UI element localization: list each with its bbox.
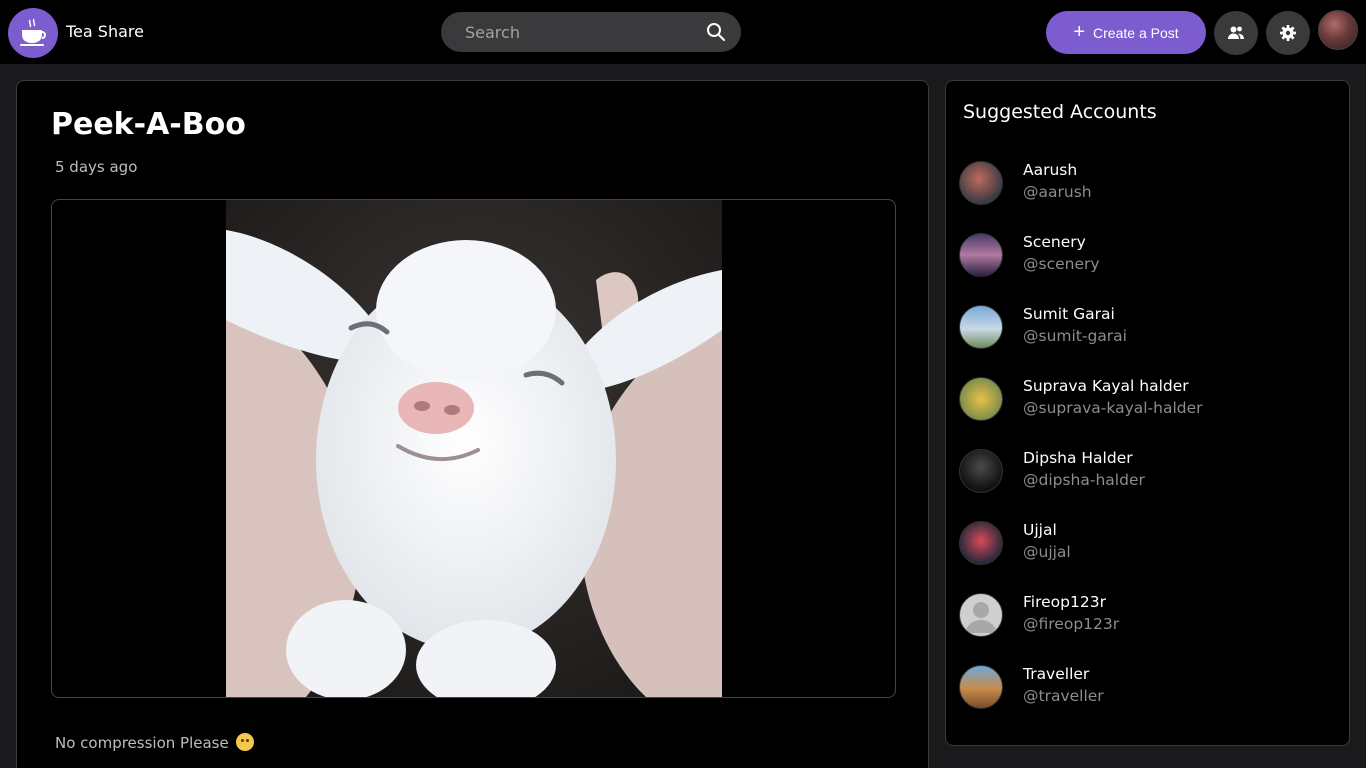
list-item[interactable]: Sumit Garai @sumit-garai <box>959 291 1339 363</box>
list-item[interactable]: Fireop123r @fireop123r <box>959 579 1339 651</box>
list-item[interactable]: Aarush @aarush <box>959 147 1339 219</box>
avatar[interactable] <box>959 449 1003 493</box>
account-handle: @suprava-kayal-halder <box>1023 399 1203 417</box>
suggested-accounts-list: Aarush @aarush Scenery @scenery Sumit Gara… <box>959 147 1339 723</box>
post-title: Peek-A-Boo <box>51 107 246 142</box>
avatar[interactable] <box>959 233 1003 277</box>
list-item[interactable]: Traveller @traveller <box>959 651 1339 723</box>
tea-cup-icon <box>20 18 46 46</box>
account-name[interactable]: Fireop123r <box>1023 591 1119 613</box>
avatar[interactable] <box>959 665 1003 709</box>
search-icon[interactable] <box>705 21 727 43</box>
account-name[interactable]: Aarush <box>1023 159 1092 181</box>
account-name[interactable]: Traveller <box>1023 663 1104 685</box>
settings-button[interactable] <box>1266 11 1310 55</box>
gear-icon <box>1280 25 1296 41</box>
smile-emoji-icon <box>235 733 254 751</box>
avatar[interactable] <box>959 377 1003 421</box>
avatar[interactable] <box>959 161 1003 205</box>
account-handle: @aarush <box>1023 183 1092 201</box>
default-user-icon <box>965 602 997 633</box>
people-icon <box>1228 26 1244 39</box>
create-post-label: Create a Post <box>1093 24 1179 41</box>
profile-avatar[interactable] <box>1318 10 1358 50</box>
avatar[interactable] <box>959 305 1003 349</box>
account-handle: @scenery <box>1023 255 1100 273</box>
post-image[interactable] <box>226 200 722 697</box>
suggested-accounts-panel: Suggested Accounts Aarush @aarush Scenery… <box>945 80 1350 746</box>
account-handle: @dipsha-halder <box>1023 471 1145 489</box>
people-button[interactable] <box>1214 11 1258 55</box>
plus-icon: + <box>1073 20 1086 43</box>
list-item[interactable]: Dipsha Halder @dipsha-halder <box>959 435 1339 507</box>
list-item[interactable]: Suprava Kayal halder @suprava-kayal-halde… <box>959 363 1339 435</box>
account-handle: @traveller <box>1023 687 1104 705</box>
post-media-frame <box>51 199 896 698</box>
search-bar[interactable] <box>441 12 741 52</box>
account-name[interactable]: Ujjal <box>1023 519 1071 541</box>
post-card: Peek-A-Boo 5 days ago No compression Ple… <box>16 80 929 768</box>
suggested-accounts-title: Suggested Accounts <box>963 101 1157 123</box>
create-post-button[interactable]: + Create a Post <box>1046 11 1206 54</box>
top-navbar: Tea Share + Create a Post <box>0 0 1366 64</box>
list-item[interactable]: Ujjal @ujjal <box>959 507 1339 579</box>
account-name[interactable]: Scenery <box>1023 231 1100 253</box>
app-logo[interactable] <box>8 8 58 58</box>
app-name[interactable]: Tea Share <box>66 22 144 41</box>
account-name[interactable]: Dipsha Halder <box>1023 447 1145 469</box>
account-handle: @ujjal <box>1023 543 1071 561</box>
account-name[interactable]: Sumit Garai <box>1023 303 1127 325</box>
list-item[interactable]: Scenery @scenery <box>959 219 1339 291</box>
avatar[interactable] <box>959 521 1003 565</box>
post-timestamp: 5 days ago <box>55 158 138 176</box>
account-name[interactable]: Suprava Kayal halder <box>1023 375 1203 397</box>
post-caption-text: No compression Please <box>55 734 229 752</box>
account-handle: @sumit-garai <box>1023 327 1127 345</box>
account-handle: @fireop123r <box>1023 615 1120 633</box>
search-input[interactable] <box>465 22 705 42</box>
avatar[interactable] <box>959 593 1003 637</box>
post-caption: No compression Please <box>55 733 254 752</box>
